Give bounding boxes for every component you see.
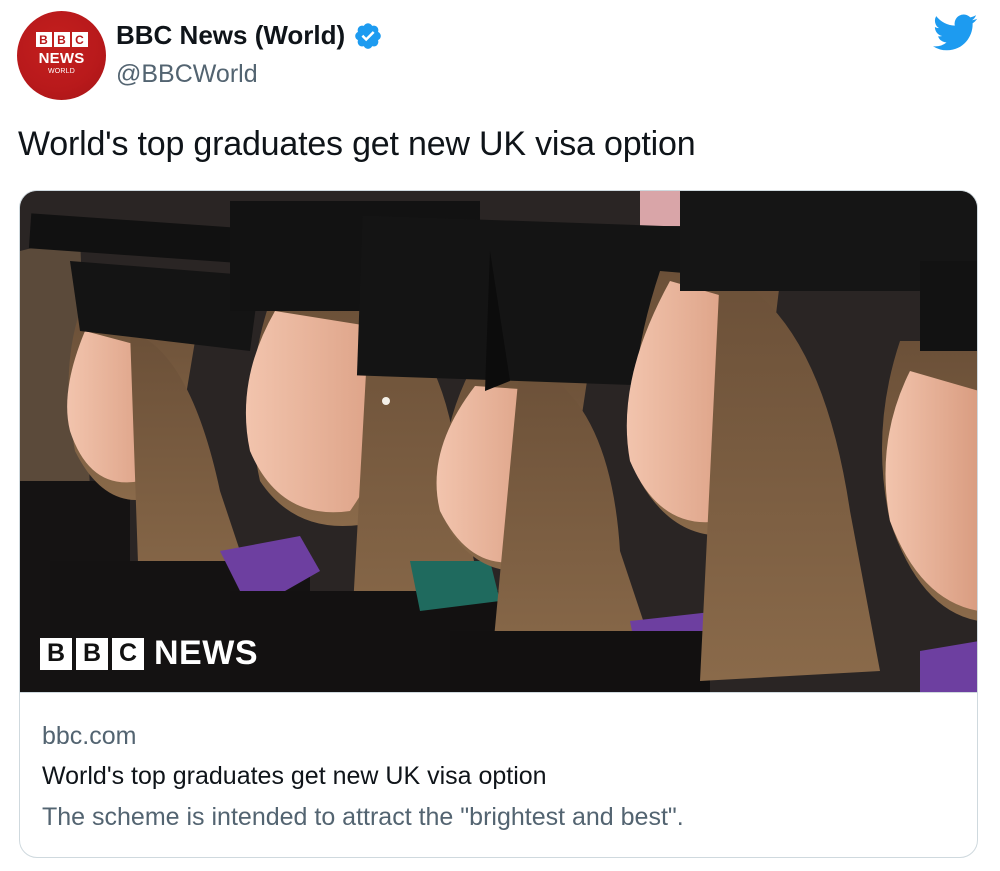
display-name[interactable]: BBC News (World) bbox=[116, 20, 345, 51]
avatar[interactable]: B B C NEWS WORLD bbox=[17, 11, 106, 100]
avatar-block: C bbox=[71, 32, 88, 47]
graduates-photo bbox=[20, 191, 977, 692]
avatar-block: B bbox=[35, 32, 52, 47]
avatar-news-text: NEWS bbox=[38, 50, 85, 67]
link-preview-card[interactable]: B B C NEWS bbc.com World's top graduates… bbox=[19, 190, 978, 858]
author-name-row: BBC News (World) bbox=[116, 20, 383, 51]
watermark-block: C bbox=[112, 637, 144, 670]
watermark-block: B bbox=[40, 637, 72, 670]
avatar-world-text: WORLD bbox=[47, 68, 76, 75]
avatar-block: B bbox=[53, 32, 70, 47]
tweet-text: World's top graduates get new UK visa op… bbox=[18, 125, 696, 163]
card-meta[interactable]: bbc.com World's top graduates get new UK… bbox=[20, 692, 977, 857]
verified-badge-icon bbox=[355, 22, 382, 49]
bbc-news-watermark: B B C NEWS bbox=[40, 634, 258, 673]
author-handle[interactable]: @BBCWorld bbox=[116, 60, 258, 89]
watermark-block: B bbox=[76, 637, 108, 670]
card-image[interactable]: B B C NEWS bbox=[20, 191, 977, 692]
avatar-bbc-blocks: B B C bbox=[35, 32, 88, 47]
card-description: The scheme is intended to attract the "b… bbox=[42, 803, 684, 831]
card-title[interactable]: World's top graduates get new UK visa op… bbox=[42, 762, 547, 791]
watermark-word: NEWS bbox=[154, 634, 258, 672]
twitter-bird-icon[interactable] bbox=[933, 14, 978, 52]
card-domain: bbc.com bbox=[42, 722, 137, 750]
